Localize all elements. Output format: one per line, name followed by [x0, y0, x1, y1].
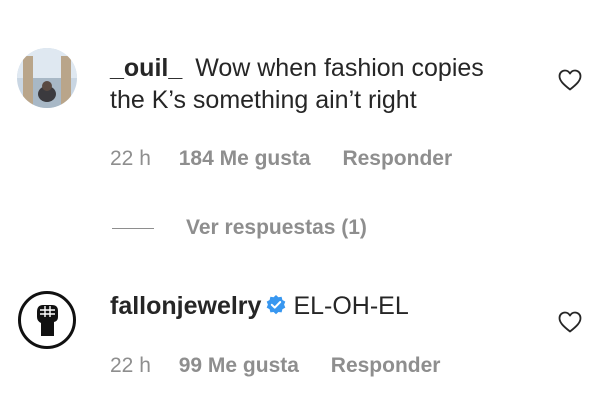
- reply-button[interactable]: Responder: [342, 146, 452, 172]
- heart-outline-icon[interactable]: [558, 311, 582, 333]
- comment-text: fallonjewelry EL-OH-EL: [110, 290, 409, 322]
- replies-divider: [112, 228, 154, 229]
- view-replies-toggle[interactable]: Ver respuestas (1): [112, 213, 412, 243]
- comment-likes[interactable]: 99 Me gusta: [179, 353, 299, 379]
- heart-outline-icon[interactable]: [558, 69, 582, 91]
- comment-body-line-1: Wow when fashion copies: [195, 54, 484, 82]
- avatar[interactable]: [17, 48, 77, 108]
- comment-time[interactable]: 22 h: [110, 353, 151, 379]
- comment-text: _ouil_ Wow when fashion copies: [110, 52, 484, 84]
- raised-fist-icon: [17, 290, 77, 350]
- avatar[interactable]: [17, 290, 77, 350]
- comment-body: EL-OH-EL: [293, 292, 409, 320]
- comment-likes[interactable]: 184 Me gusta: [179, 146, 311, 172]
- comment-meta: 22 h 184 Me gusta Responder: [110, 146, 452, 172]
- comment-time[interactable]: 22 h: [110, 146, 151, 172]
- comment-username[interactable]: fallonjewelry: [110, 292, 261, 320]
- reply-button[interactable]: Responder: [331, 353, 441, 379]
- comment-username[interactable]: _ouil_: [110, 54, 182, 82]
- view-replies-label[interactable]: Ver respuestas (1): [186, 215, 367, 241]
- profile-photo: [17, 48, 77, 108]
- comment-meta: 22 h 99 Me gusta Responder: [110, 353, 440, 379]
- comment-body-line-2: the K’s something ain’t right: [110, 86, 417, 114]
- verified-badge-icon: [265, 294, 287, 316]
